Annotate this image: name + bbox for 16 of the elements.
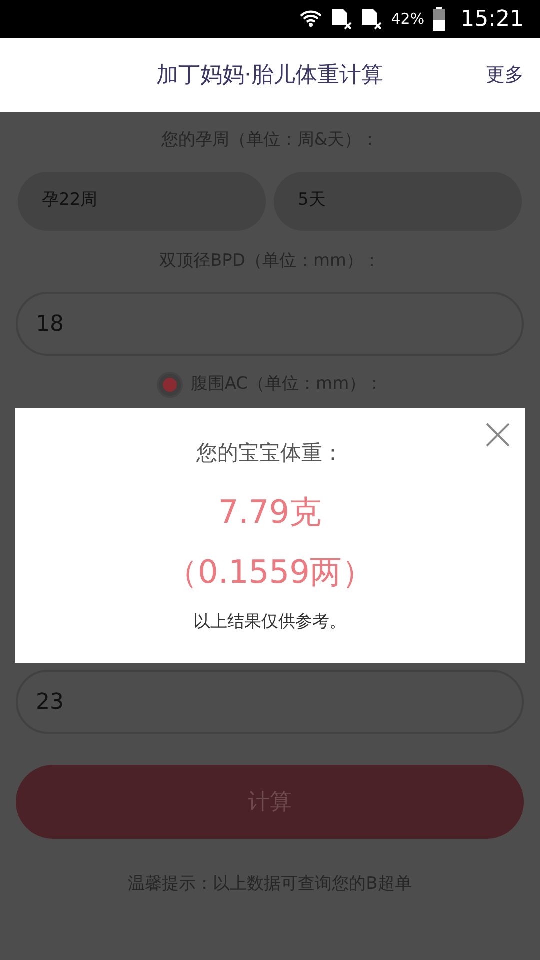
more-button[interactable]: 更多 bbox=[486, 60, 524, 90]
weight-value: 7.79克 bbox=[218, 492, 322, 532]
sim-card-icon bbox=[331, 7, 354, 31]
radio-button[interactable] bbox=[156, 372, 183, 398]
dialog-title: 您的宝宝体重： bbox=[196, 440, 344, 467]
page-title: 加丁妈妈·胎儿体重计算 bbox=[156, 62, 384, 90]
wifi-icon bbox=[299, 8, 324, 30]
dialog-note: 以上结果仅供参考。 bbox=[194, 610, 346, 634]
battery-percent: 42% bbox=[391, 8, 425, 30]
clock: 15:21 bbox=[460, 6, 524, 34]
ac-input[interactable]: 23 bbox=[16, 670, 524, 734]
weight-value: （0.1559两） bbox=[166, 552, 374, 592]
battery-icon bbox=[432, 7, 445, 31]
sim-card-icon bbox=[361, 7, 384, 31]
close-icon[interactable] bbox=[486, 423, 510, 447]
bpd-input[interactable]: 18 bbox=[16, 292, 524, 356]
